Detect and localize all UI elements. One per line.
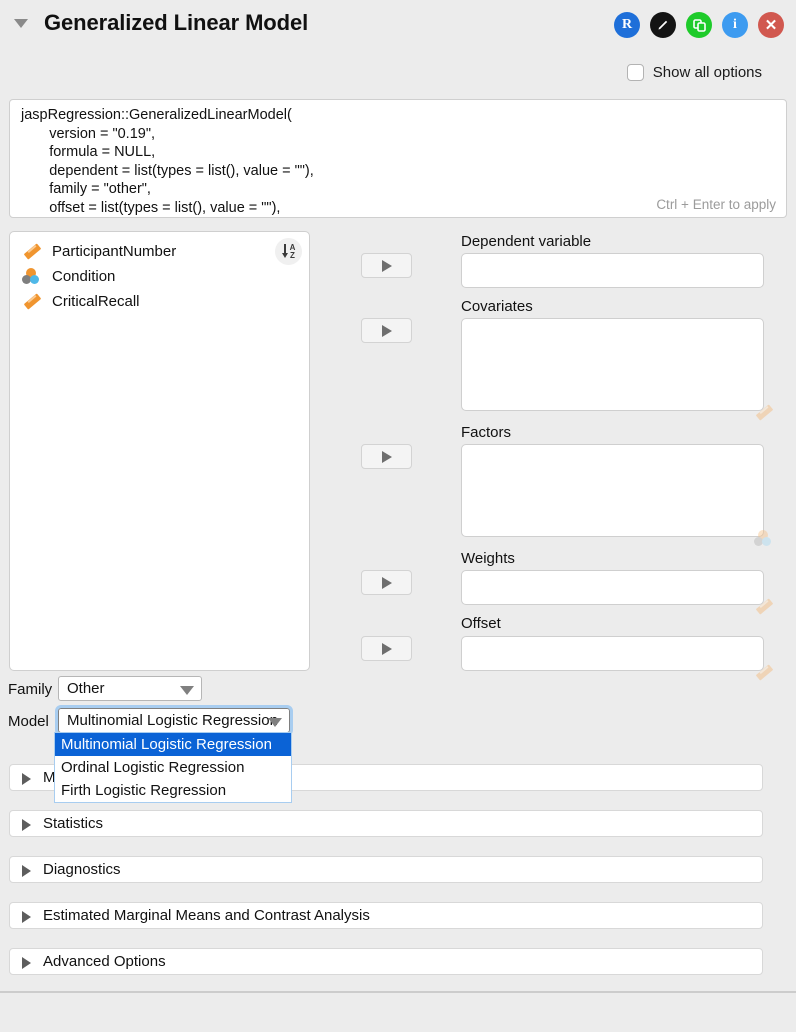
section-advanced-options-label: Advanced Options (43, 953, 166, 970)
apply-hint: Ctrl + Enter to apply (656, 197, 776, 212)
footer-divider (0, 991, 796, 993)
assign-weights-button[interactable] (361, 570, 412, 595)
list-item[interactable]: CriticalRecall (10, 289, 309, 314)
model-label: Model (8, 713, 49, 730)
assign-covariates-button[interactable] (361, 318, 412, 343)
offset-label: Offset (461, 615, 501, 632)
section-statistics[interactable]: Statistics (9, 810, 763, 837)
show-all-options-label: Show all options (652, 64, 762, 81)
section-emm[interactable]: Estimated Marginal Means and Contrast An… (9, 902, 763, 929)
model-select-value: Multinomial Logistic Regression (67, 712, 278, 729)
assign-factors-button[interactable] (361, 444, 412, 469)
dependent-variable-label: Dependent variable (461, 233, 592, 250)
chevron-down-icon (268, 718, 282, 727)
variable-label: ParticipantNumber (52, 243, 177, 260)
variable-label: Condition (52, 268, 116, 285)
covariates-label: Covariates (461, 298, 533, 315)
triangle-right-icon (22, 819, 31, 831)
menu-item-firth-logistic-regression[interactable]: Firth Logistic Regression (55, 779, 291, 802)
family-select[interactable]: Other (58, 676, 202, 701)
dependent-variable-dropbox[interactable] (461, 253, 764, 288)
variable-label: CriticalRecall (52, 293, 140, 310)
info-icon[interactable]: i (722, 12, 748, 38)
section-advanced-options[interactable]: Advanced Options (9, 948, 763, 975)
section-diagnostics-label: Diagnostics (43, 861, 121, 878)
weights-label: Weights (461, 550, 515, 567)
triangle-right-icon (22, 957, 31, 969)
r-syntax-icon[interactable]: R (614, 12, 640, 38)
triangle-right-icon (22, 865, 31, 877)
factors-label: Factors (461, 424, 512, 441)
menu-item-multinomial-logistic-regression[interactable]: Multinomial Logistic Regression (55, 733, 291, 756)
factors-dropbox[interactable] (461, 444, 771, 546)
model-select[interactable]: Multinomial Logistic Regression (55, 705, 293, 736)
assign-offset-button[interactable] (361, 636, 412, 661)
available-variables-list[interactable]: ParticipantNumber Condition CriticalReca… (9, 231, 310, 671)
nominal-circles-icon (22, 267, 41, 286)
section-emm-label: Estimated Marginal Means and Contrast An… (43, 907, 370, 924)
offset-dropbox[interactable] (461, 636, 764, 671)
family-select-value: Other (67, 680, 105, 697)
section-diagnostics[interactable]: Diagnostics (9, 856, 763, 883)
show-all-options-row[interactable]: Show all options (626, 64, 762, 81)
menu-item-ordinal-logistic-regression[interactable]: Ordinal Logistic Regression (55, 756, 291, 779)
triangle-right-icon (22, 773, 31, 785)
triangle-right-icon (22, 911, 31, 923)
page-title: Generalized Linear Model (44, 10, 309, 35)
list-item[interactable]: ParticipantNumber (10, 239, 309, 264)
scale-ruler-icon (22, 292, 41, 311)
az-letters: AZ (289, 243, 296, 260)
down-arrow-icon (281, 244, 289, 259)
list-item[interactable]: Condition (10, 264, 309, 289)
analysis-options-panel: Generalized Linear Model R i ✕ Show all … (0, 0, 796, 1032)
chevron-down-icon (180, 686, 194, 695)
close-icon[interactable]: ✕ (758, 12, 784, 38)
header-icon-group: R i ✕ (614, 12, 784, 38)
panel-header: Generalized Linear Model R i ✕ (0, 0, 796, 50)
weights-dropbox[interactable] (461, 570, 764, 605)
show-all-options-checkbox[interactable] (626, 64, 644, 81)
family-label: Family (8, 681, 53, 698)
section-statistics-label: Statistics (43, 815, 104, 832)
model-select-dropdown[interactable]: Multinomial Logistic Regression Ordinal … (54, 732, 292, 803)
duplicate-icon[interactable] (686, 12, 712, 38)
r-code-text: jaspRegression::GeneralizedLinearModel( … (21, 107, 314, 216)
assign-dependent-button[interactable] (361, 253, 412, 278)
edit-pencil-icon[interactable] (650, 12, 676, 38)
covariates-dropbox[interactable] (461, 318, 764, 411)
sort-az-icon[interactable]: AZ (275, 238, 302, 265)
scale-ruler-icon (22, 242, 41, 261)
triangle-down-icon[interactable] (14, 19, 28, 28)
r-code-editor[interactable]: jaspRegression::GeneralizedLinearModel( … (9, 99, 787, 218)
